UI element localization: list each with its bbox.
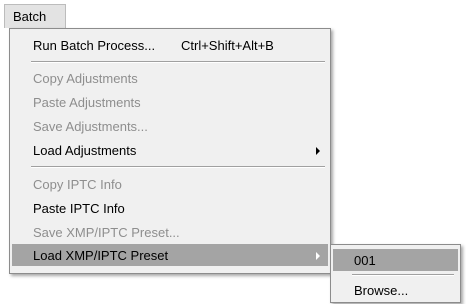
- batch-menu-label: Batch: [13, 9, 47, 24]
- submenu-arrow-icon: [316, 252, 320, 260]
- batch-menu[interactable]: Batch: [4, 4, 66, 28]
- load-adjustments-item[interactable]: Load Adjustments: [12, 139, 328, 161]
- copy-iptc-info-item[interactable]: Copy IPTC Info: [12, 173, 328, 195]
- submenu-separator: [352, 274, 454, 276]
- xmp-preset-submenu: 001 Browse...: [330, 244, 461, 303]
- load-xmp-iptc-preset-label: Load XMP/IPTC Preset: [33, 248, 169, 263]
- menu-separator: [31, 166, 325, 168]
- paste-adjustments-item[interactable]: Paste Adjustments: [12, 91, 328, 113]
- save-xmp-iptc-preset-label: Save XMP/IPTC Preset...: [33, 225, 180, 240]
- paste-adjustments-label: Paste Adjustments: [33, 95, 141, 110]
- run-batch-process-label: Run Batch Process...: [33, 38, 156, 53]
- load-adjustments-label: Load Adjustments: [33, 143, 137, 158]
- browse-label: Browse...: [354, 283, 409, 298]
- load-xmp-iptc-preset-item[interactable]: Load XMP/IPTC Preset: [12, 244, 328, 266]
- save-xmp-iptc-preset-item[interactable]: Save XMP/IPTC Preset...: [12, 221, 328, 243]
- copy-adjustments-item[interactable]: Copy Adjustments: [12, 67, 328, 89]
- preset-001-item[interactable]: 001: [333, 249, 458, 271]
- paste-iptc-info-label: Paste IPTC Info: [33, 201, 125, 216]
- preset-001-label: 001: [354, 253, 376, 268]
- batch-dropdown-menu: Run Batch Process... Ctrl+Shift+Alt+B Co…: [9, 28, 331, 274]
- paste-iptc-info-item[interactable]: Paste IPTC Info: [12, 197, 328, 219]
- submenu-arrow-icon: [316, 147, 320, 155]
- save-adjustments-item[interactable]: Save Adjustments...: [12, 115, 328, 137]
- menu-separator: [31, 61, 325, 63]
- run-batch-shortcut: Ctrl+Shift+Alt+B: [181, 38, 274, 53]
- save-adjustments-label: Save Adjustments...: [33, 119, 148, 134]
- copy-iptc-info-label: Copy IPTC Info: [33, 177, 122, 192]
- browse-item[interactable]: Browse...: [333, 279, 458, 301]
- copy-adjustments-label: Copy Adjustments: [33, 71, 138, 86]
- run-batch-process-item[interactable]: Run Batch Process... Ctrl+Shift+Alt+B: [12, 34, 328, 56]
